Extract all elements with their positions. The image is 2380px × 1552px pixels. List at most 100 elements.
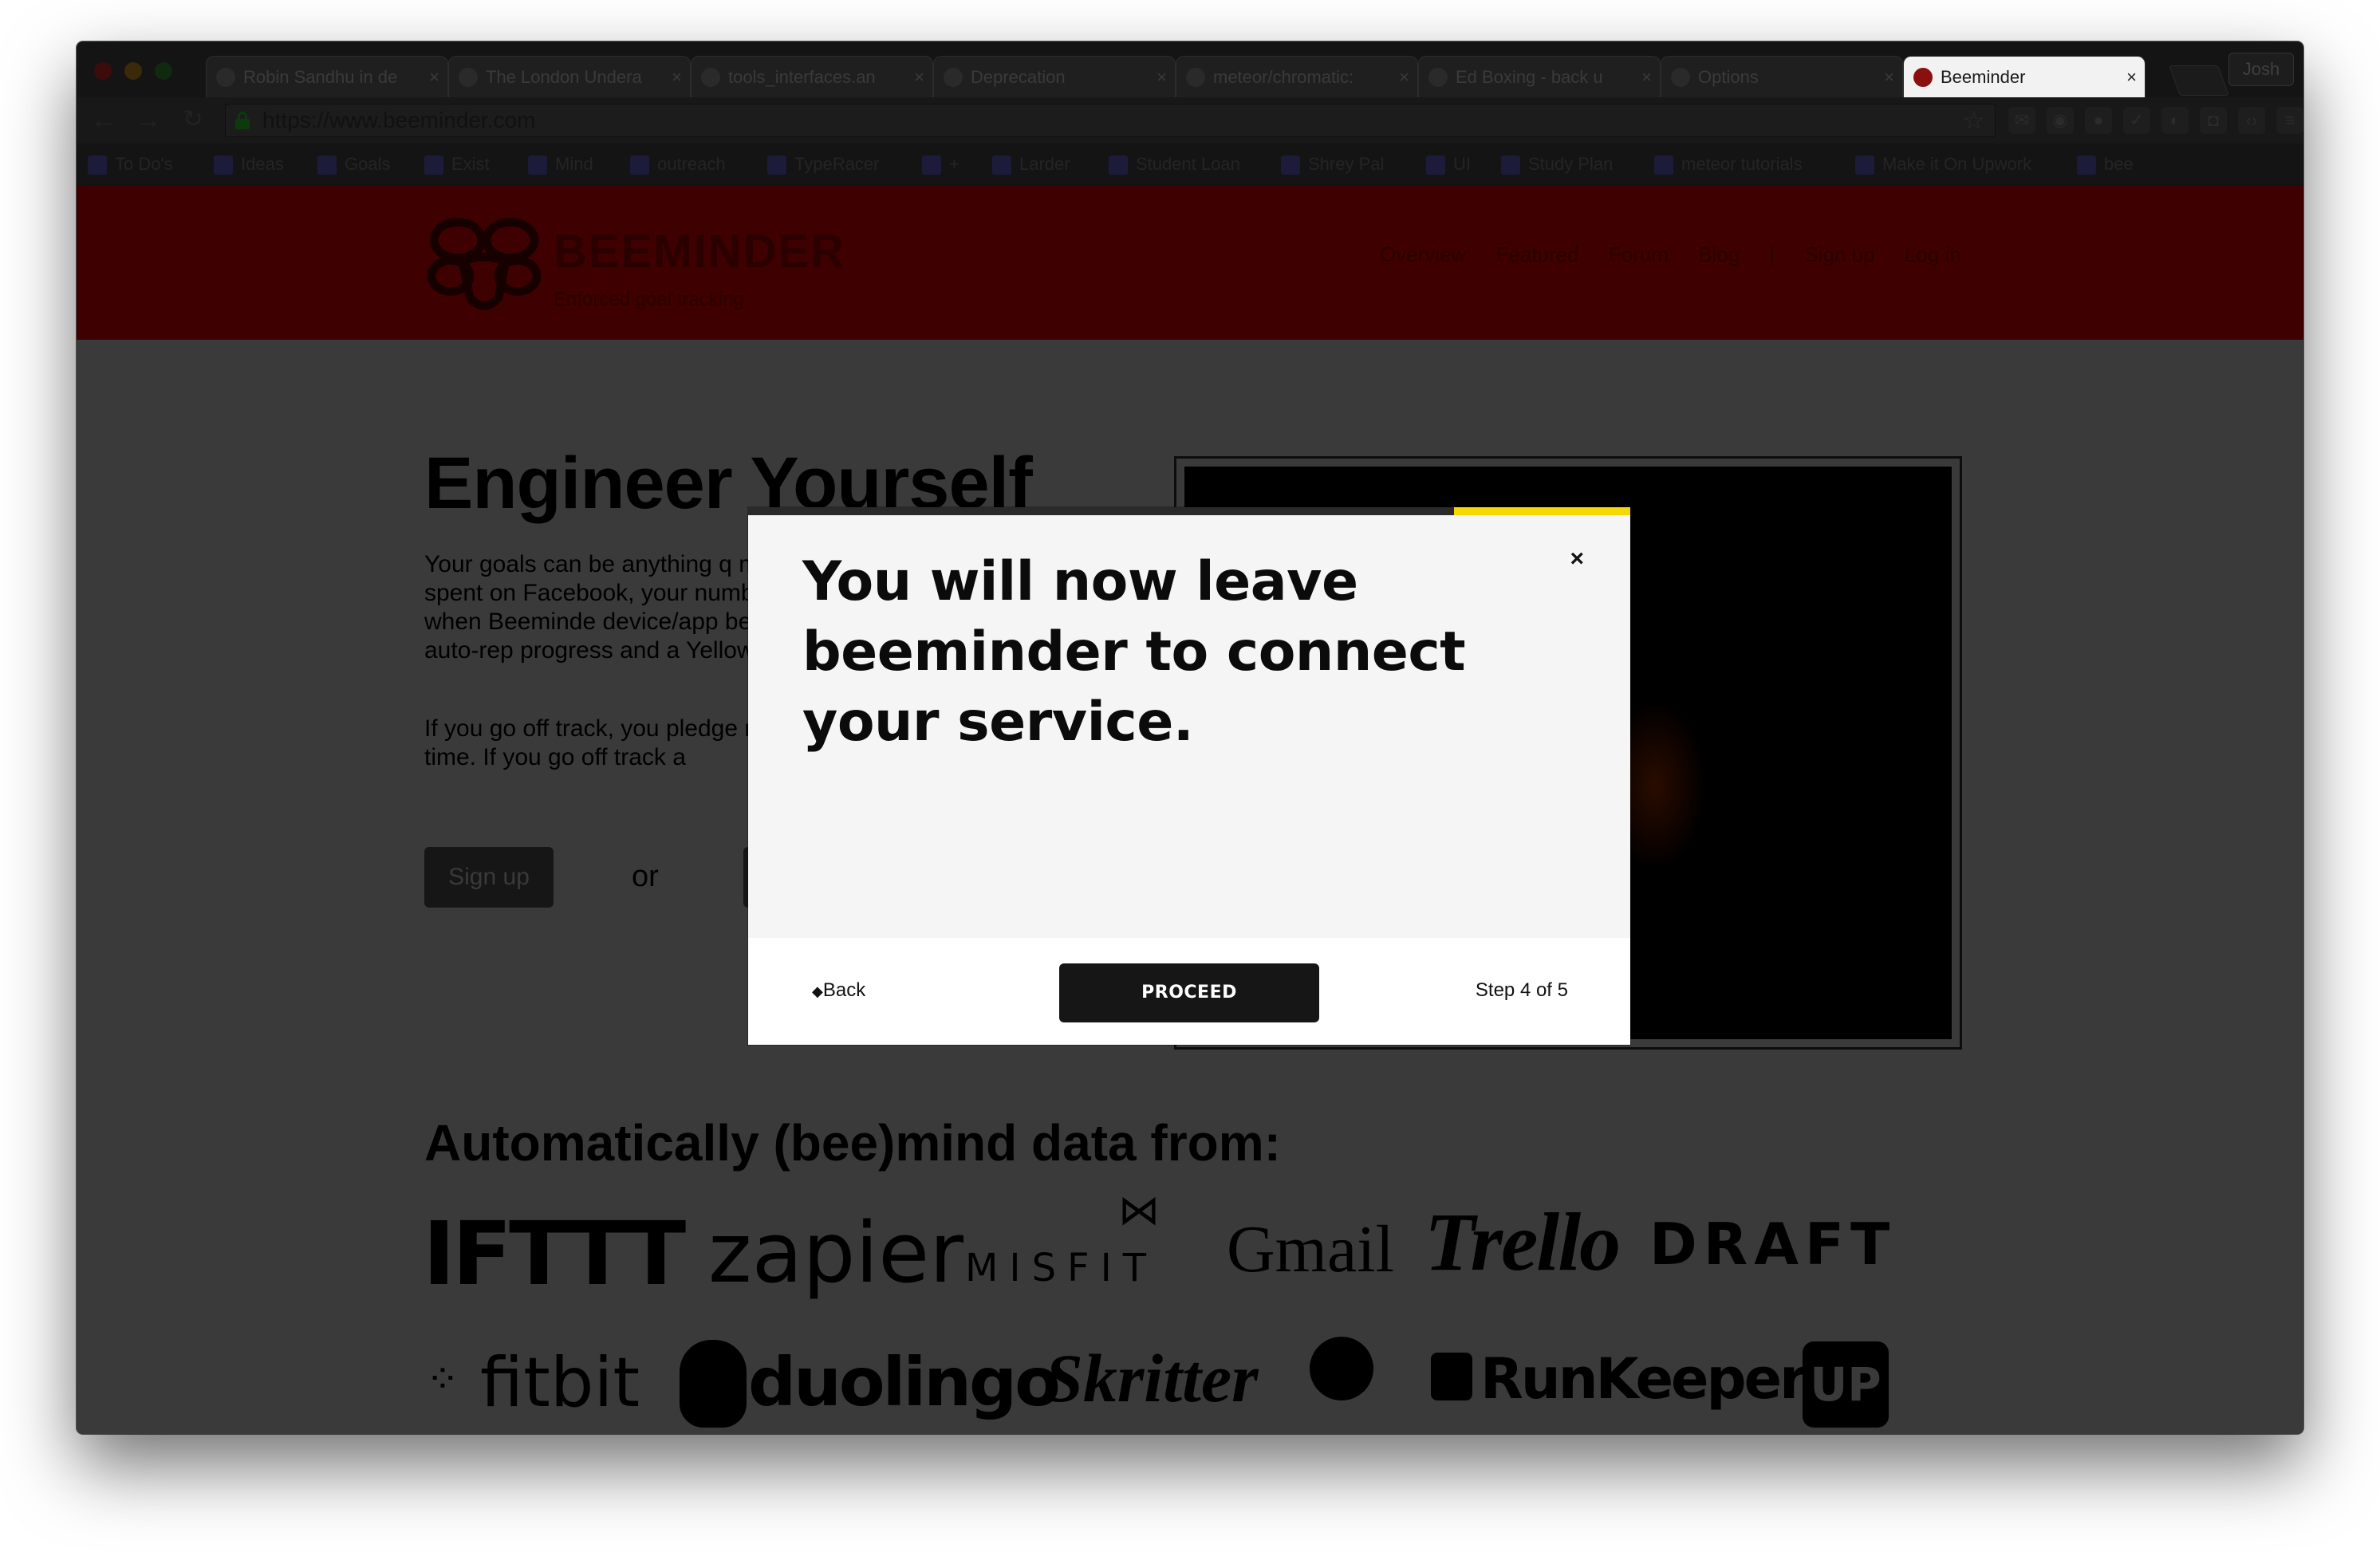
bookmark-item[interactable]: Study Plan — [1501, 152, 1613, 177]
lock-icon — [235, 112, 250, 129]
beeminder-favicon-icon — [1913, 68, 1933, 87]
tab-favicon-icon — [216, 68, 235, 87]
extension-icon[interactable]: ● — [2085, 107, 2112, 134]
camera-extension-icon[interactable]: ◘ — [2200, 107, 2227, 134]
bookmark-folder[interactable]: meteor tutorials — [1654, 152, 1803, 177]
bookmark-item[interactable]: Exist — [424, 152, 490, 177]
code-extension-icon[interactable]: ‹› — [2238, 107, 2265, 134]
tab-close-icon[interactable]: × — [2126, 57, 2137, 97]
gmail-logo[interactable]: Gmail — [1227, 1211, 1394, 1288]
signup-button[interactable]: Sign up — [424, 847, 554, 908]
modal-heading: You will now leave beeminder to connect … — [802, 550, 1466, 754]
tab-close-icon[interactable]: × — [672, 57, 682, 97]
ifttt-logo[interactable]: IFTTT — [423, 1203, 686, 1305]
nav-sign-up[interactable]: Sign up — [1805, 242, 1875, 266]
profile-button[interactable]: Josh — [2228, 53, 2294, 86]
tab-bar: Robin Sandhu in de × The London Undera ×… — [77, 41, 2303, 97]
new-tab-button[interactable] — [2169, 65, 2229, 96]
close-icon[interactable]: × — [1570, 547, 1584, 571]
bookmark-folder[interactable]: bee — [2077, 152, 2134, 177]
browser-tab[interactable]: Ed Boxing - back u × — [1418, 56, 1661, 97]
tab-close-icon[interactable]: × — [429, 57, 439, 97]
misfit-logo[interactable]: MISFIT — [965, 1246, 1157, 1290]
maximize-window-icon[interactable] — [155, 62, 172, 80]
proceed-button[interactable]: PROCEED — [1059, 963, 1319, 1022]
browser-tab[interactable]: The London Undera × — [448, 56, 691, 97]
trello-logo[interactable]: Trello — [1424, 1195, 1621, 1290]
misfit-logo-icon: ⋈ — [1118, 1188, 1160, 1234]
menu-icon[interactable]: ≡ — [2276, 107, 2303, 134]
bookmark-item[interactable]: Shrey Pal — [1281, 152, 1384, 177]
brand-name[interactable]: BEEMINDER — [554, 225, 845, 278]
browser-tab[interactable]: Options × — [1661, 56, 1903, 97]
back-label: Back — [822, 979, 866, 1001]
browser-tab[interactable]: Deprecation × — [933, 56, 1176, 97]
tab-close-icon[interactable]: × — [1157, 57, 1167, 97]
tab-favicon-icon — [1671, 68, 1690, 87]
site-nav: Overview Featured Forum Blog | Sign up L… — [1380, 242, 1985, 267]
step-progress-fill — [1453, 507, 1630, 515]
nav-overview[interactable]: Overview — [1380, 242, 1466, 266]
services-heading: Automatically (bee)mind data from: — [424, 1114, 1281, 1172]
jawbone-up-logo[interactable]: UP — [1803, 1341, 1889, 1428]
runkeeper-icon — [1431, 1353, 1472, 1400]
browser-tab-active[interactable]: Beeminder × — [1903, 56, 2146, 97]
or-label: or — [632, 860, 659, 893]
mail-extension-icon[interactable]: ✉ — [2008, 107, 2035, 134]
tab-close-icon[interactable]: × — [914, 57, 924, 97]
bookmark-icon — [424, 156, 443, 175]
nav-log-in[interactable]: Log in — [1905, 242, 1961, 266]
bookmark-item[interactable]: Goals — [317, 152, 390, 177]
bookmark-icon — [767, 156, 786, 175]
tab-favicon-icon — [1186, 68, 1205, 87]
bookmark-icon — [214, 156, 233, 175]
tab-close-icon[interactable]: × — [1399, 57, 1409, 97]
extension-icon[interactable]: ✓ — [2123, 107, 2150, 134]
browser-tab[interactable]: tools_interfaces.an × — [691, 56, 933, 97]
extension-icon[interactable]: ◉ — [2047, 107, 2074, 134]
bookmark-item[interactable]: + — [922, 152, 959, 177]
beeminder-logo-icon[interactable] — [424, 204, 544, 324]
skritter-logo[interactable]: Skritter — [1045, 1338, 1259, 1418]
back-button[interactable]: ◆Back — [812, 979, 865, 1002]
close-window-icon[interactable] — [94, 62, 112, 80]
fitbit-logo[interactable]: fitbit — [480, 1343, 640, 1423]
bookmark-item[interactable]: TypeRacer — [767, 152, 879, 177]
browser-tab[interactable]: meteor/chromatic: × — [1176, 56, 1418, 97]
zapier-logo[interactable]: zapier — [708, 1204, 963, 1302]
bookmark-item[interactable]: Mind — [528, 152, 593, 177]
bookmark-item[interactable]: UI — [1426, 152, 1471, 177]
browser-tab[interactable]: Robin Sandhu in de × — [206, 56, 448, 97]
bookmark-item[interactable]: To Do's — [88, 152, 173, 177]
bookmark-item[interactable]: Ideas — [214, 152, 284, 177]
bookmark-item[interactable]: Student Loan — [1109, 152, 1240, 177]
tab-favicon-icon — [701, 68, 720, 87]
bookmark-icon — [1281, 156, 1300, 175]
duolingo-owl-icon — [680, 1340, 747, 1428]
bookmark-icon — [1426, 156, 1445, 175]
bookmark-folder[interactable]: outreach — [630, 152, 726, 177]
nav-divider: | — [1769, 242, 1775, 266]
nav-blog[interactable]: Blog — [1698, 242, 1740, 266]
extension-icon[interactable]: ◐ — [2161, 107, 2189, 134]
bookmark-item[interactable]: Make it On Upwork — [1855, 152, 2031, 177]
nav-forum[interactable]: Forum — [1609, 242, 1669, 266]
nav-featured[interactable]: Featured — [1496, 242, 1579, 266]
bookmark-icon — [317, 156, 337, 175]
url-text[interactable]: https://www.beeminder.com — [262, 104, 535, 136]
brand-tagline: Enforced goal tracking — [554, 289, 744, 310]
draft-logo[interactable]: DRAFT — [1649, 1211, 1896, 1278]
runkeeper-logo[interactable]: RunKeeper — [1480, 1346, 1807, 1412]
back-arrow-icon[interactable]: ← — [88, 104, 120, 136]
tab-close-icon[interactable]: × — [1641, 57, 1652, 97]
tab-favicon-icon — [1428, 68, 1448, 87]
reload-icon[interactable]: ↻ — [177, 104, 209, 136]
bookmark-star-icon[interactable]: ☆ — [1962, 104, 1985, 136]
bookmark-item[interactable]: Larder — [992, 152, 1070, 177]
address-bar[interactable]: https://www.beeminder.com ☆ — [225, 104, 1996, 137]
minimize-window-icon[interactable] — [124, 62, 142, 80]
duolingo-logo[interactable]: duolingo — [748, 1343, 1061, 1421]
tab-close-icon[interactable]: × — [1884, 57, 1894, 97]
bookmarks-bar: To Do's Ideas Goals Exist Mind outreach … — [77, 144, 2303, 186]
forward-arrow-icon[interactable]: → — [132, 104, 164, 136]
